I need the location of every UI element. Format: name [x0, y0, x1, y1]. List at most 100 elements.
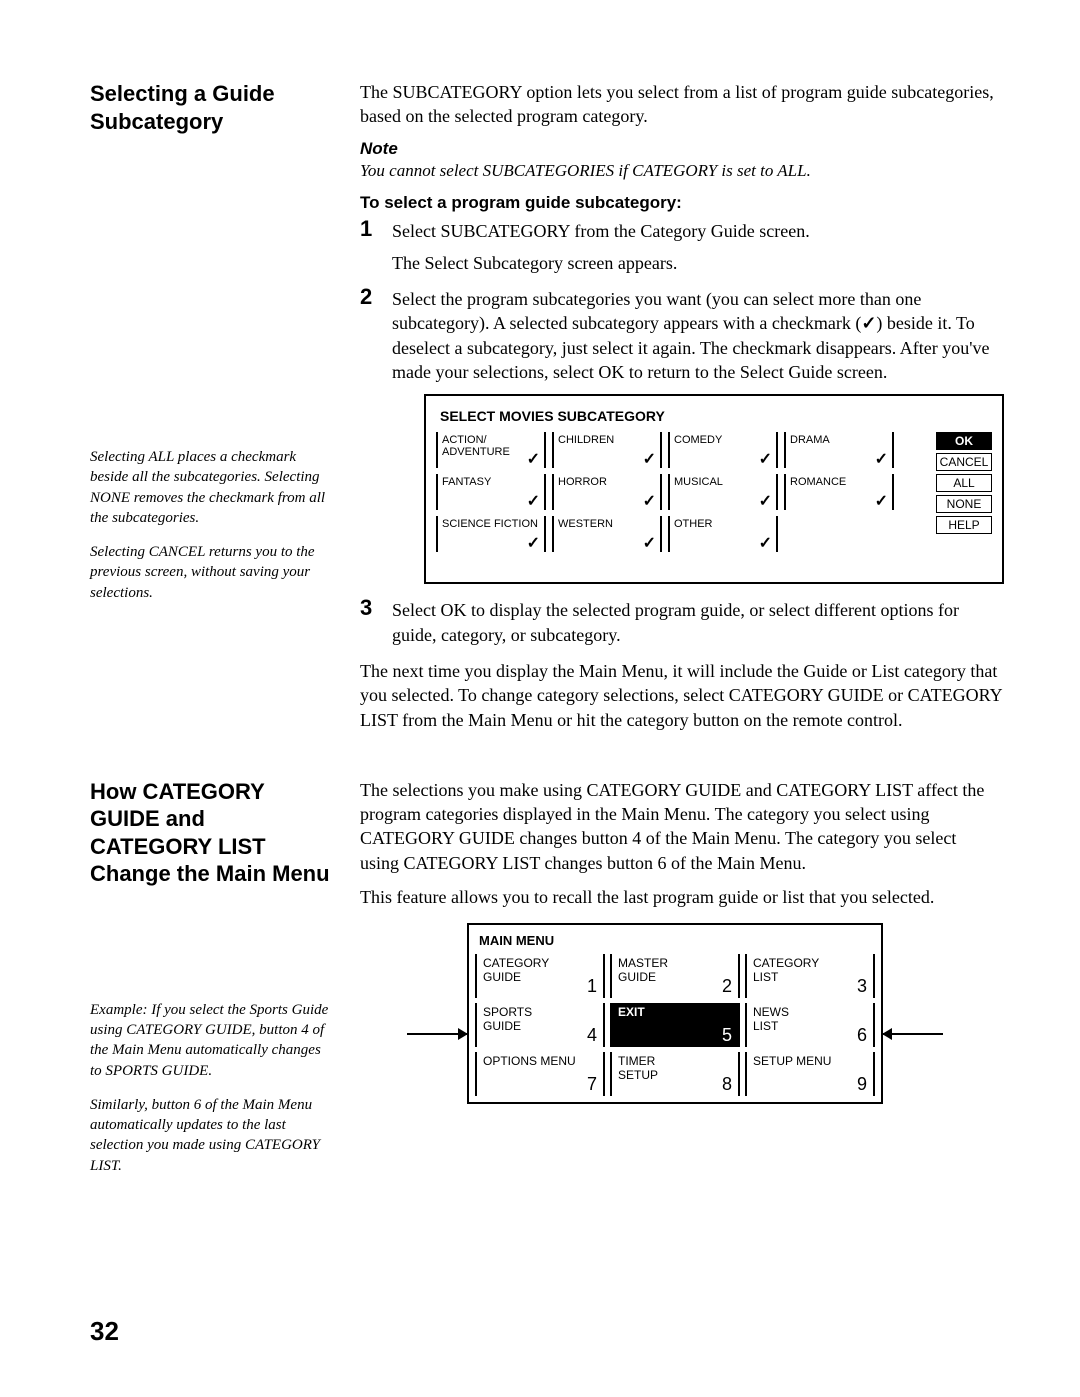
section1-heading: Selecting a Guide Subcategory: [90, 80, 330, 135]
subcategory-option[interactable]: FANTASY ✓: [436, 474, 546, 510]
manual-page: Selecting a Guide Subcategory Selecting …: [0, 0, 1080, 1397]
main-menu-button-label: CATEGORY GUIDE: [483, 956, 549, 984]
subcat-button-column: OK CANCEL ALL NONE HELP: [936, 432, 992, 552]
main-menu-title: MAIN MENU: [479, 933, 875, 948]
subcat-grid-wrap: ACTION/ ADVENTURE✓CHILDREN✓COMEDY✓DRAMA✓…: [436, 432, 992, 552]
checkmark-icon: ✓: [643, 451, 656, 469]
subcategory-option[interactable]: OTHER✓: [668, 516, 778, 552]
main-menu-button-number: 2: [722, 976, 732, 997]
subcategory-option[interactable]: MUSICAL ✓: [668, 474, 778, 510]
main-menu-button[interactable]: TIMER SETUP 8: [610, 1052, 740, 1096]
main-menu-button[interactable]: SETUP MENU 9: [745, 1052, 875, 1096]
main-menu-button-number: 4: [587, 1025, 597, 1046]
checkmark-icon: ✓: [759, 451, 772, 469]
subcategory-options-grid: ACTION/ ADVENTURE✓CHILDREN✓COMEDY✓DRAMA✓…: [436, 432, 894, 552]
subcategory-label: SCIENCE FICTION: [442, 518, 538, 530]
main-menu-button-number: 3: [857, 976, 867, 997]
section2-heading: How CATEGORY GUIDE and CATEGORY LIST Cha…: [90, 778, 330, 888]
main-menu-grid: CATEGORY GUIDE 1 MASTER GUIDE 2 CATEGORY LIS…: [475, 954, 875, 1096]
subcategory-label: ROMANCE: [790, 476, 846, 488]
step-2: Select the program subcategories you wan…: [360, 287, 1004, 584]
checkmark-icon: ✓: [527, 493, 540, 511]
main-menu-button-number: 5: [722, 1025, 732, 1046]
subcategory-label: DRAMA: [790, 434, 830, 446]
main-menu-button[interactable]: EXIT 5: [610, 1003, 740, 1047]
section1-body: The SUBCATEGORY option lets you select f…: [360, 80, 1004, 742]
subcategory-option[interactable]: CHILDREN✓: [552, 432, 662, 468]
step1-text-a: Select SUBCATEGORY from the Category Gui…: [392, 219, 1004, 243]
page-number: 32: [90, 1316, 119, 1347]
section1-intro: The SUBCATEGORY option lets you select f…: [360, 80, 1004, 129]
checkmark-icon: ✓: [643, 535, 656, 553]
sidenote-cancel: Selecting CANCEL returns you to the prev…: [90, 542, 330, 603]
note-text: You cannot select SUBCATEGORIES if CATEG…: [360, 161, 1004, 181]
arrow-right-icon: [883, 1033, 943, 1035]
subcategory-option[interactable]: HORROR ✓: [552, 474, 662, 510]
note-label: Note: [360, 139, 1004, 159]
main-menu-button-number: 7: [587, 1074, 597, 1095]
main-menu-button[interactable]: CATEGORY LIST 3: [745, 954, 875, 998]
section2-p2: This feature allows you to recall the la…: [360, 885, 990, 909]
subcat-screen-title: SELECT MOVIES SUBCATEGORY: [440, 408, 992, 424]
subcategory-option[interactable]: COMEDY ✓: [668, 432, 778, 468]
left-margin-column-2: How CATEGORY GUIDE and CATEGORY LIST Cha…: [90, 778, 330, 1190]
main-menu-button-label: CATEGORY LIST: [753, 956, 819, 984]
main-menu-button[interactable]: SPORTS GUIDE4: [475, 1003, 605, 1047]
step3-text: Select OK to display the selected progra…: [392, 598, 1004, 647]
step-3: Select OK to display the selected progra…: [360, 598, 1004, 647]
subcategory-option[interactable]: DRAMA ✓: [784, 432, 894, 468]
main-menu-button-label: TIMER SETUP: [618, 1054, 658, 1082]
main-menu-button-number: 8: [722, 1074, 732, 1095]
checkmark-icon: ✓: [759, 493, 772, 511]
main-menu-button-label: NEWS LIST: [753, 1005, 789, 1033]
checkmark-icon: ✓: [875, 451, 888, 469]
main-menu-button-number: 9: [857, 1074, 867, 1095]
subcategory-label: WESTERN: [558, 518, 613, 530]
checkmark-icon: ✓: [527, 535, 540, 553]
section-selecting-subcategory: Selecting a Guide Subcategory Selecting …: [90, 80, 990, 742]
sidenote-example-sports: Example: If you select the Sports Guide …: [90, 1000, 330, 1081]
main-menu-button[interactable]: NEWS LIST 6: [745, 1003, 875, 1047]
left-margin-column: Selecting a Guide Subcategory Selecting …: [90, 80, 330, 742]
main-menu-button-number: 6: [857, 1025, 867, 1046]
section-category-guide-list: How CATEGORY GUIDE and CATEGORY LIST Cha…: [90, 778, 990, 1190]
section2-body: The selections you make using CATEGORY G…: [360, 778, 990, 1190]
subcategory-option[interactable]: SCIENCE FICTION ✓: [436, 516, 546, 552]
main-menu-button-label: SETUP MENU: [753, 1054, 831, 1068]
arrow-left-icon: [407, 1033, 467, 1035]
section1-subhead: To select a program guide subcategory:: [360, 193, 1004, 213]
main-menu-button-label: MASTER GUIDE: [618, 956, 668, 984]
section2-p1: The selections you make using CATEGORY G…: [360, 778, 990, 875]
subcategory-label: HORROR: [558, 476, 607, 488]
main-menu-illustration: MAIN MENU CATEGORY GUIDE1MASTER GUIDE2CA…: [360, 923, 990, 1104]
subcategory-label: ACTION/ ADVENTURE: [442, 434, 510, 458]
subcategory-option[interactable]: WESTERN ✓: [552, 516, 662, 552]
select-subcategory-screen: SELECT MOVIES SUBCATEGORY ACTION/ ADVENT…: [424, 394, 1004, 584]
checkmark-icon: ✓: [643, 493, 656, 511]
step1-text-b: The Select Subcategory screen appears.: [392, 251, 1004, 275]
main-menu-button[interactable]: CATEGORY GUIDE 1: [475, 954, 605, 998]
subcategory-option[interactable]: ROMANCE ✓: [784, 474, 894, 510]
step-1: Select SUBCATEGORY from the Category Gui…: [360, 219, 1004, 276]
main-menu-button[interactable]: MASTER GUIDE 2: [610, 954, 740, 998]
checkmark-icon: ✓: [527, 451, 540, 469]
all-button[interactable]: ALL: [936, 474, 992, 492]
main-menu-button[interactable]: OPTIONS MENU 7: [475, 1052, 605, 1096]
main-menu-button-label: EXIT: [618, 1005, 645, 1019]
subcategory-label: MUSICAL: [674, 476, 723, 488]
step2-part-a: Select the program subcategories you wan…: [392, 289, 921, 333]
sidenote-all-none: Selecting ALL places a checkmark beside …: [90, 447, 330, 528]
subcategory-option[interactable]: ACTION/ ADVENTURE ✓: [436, 432, 546, 468]
cancel-button[interactable]: CANCEL: [936, 453, 992, 471]
step2-text: Select the program subcategories you wan…: [392, 287, 1004, 384]
checkmark-icon: ✓: [861, 313, 876, 333]
checkmark-icon: ✓: [875, 493, 888, 511]
sidenote-similarly: Similarly, button 6 of the Main Menu aut…: [90, 1095, 330, 1176]
help-button[interactable]: HELP: [936, 516, 992, 534]
subcategory-label: FANTASY: [442, 476, 491, 488]
none-button[interactable]: NONE: [936, 495, 992, 513]
main-menu-button-number: 1: [587, 976, 597, 997]
ok-button[interactable]: OK: [936, 432, 992, 450]
main-menu-button-label: OPTIONS MENU: [483, 1054, 576, 1068]
subcategory-label: COMEDY: [674, 434, 722, 446]
